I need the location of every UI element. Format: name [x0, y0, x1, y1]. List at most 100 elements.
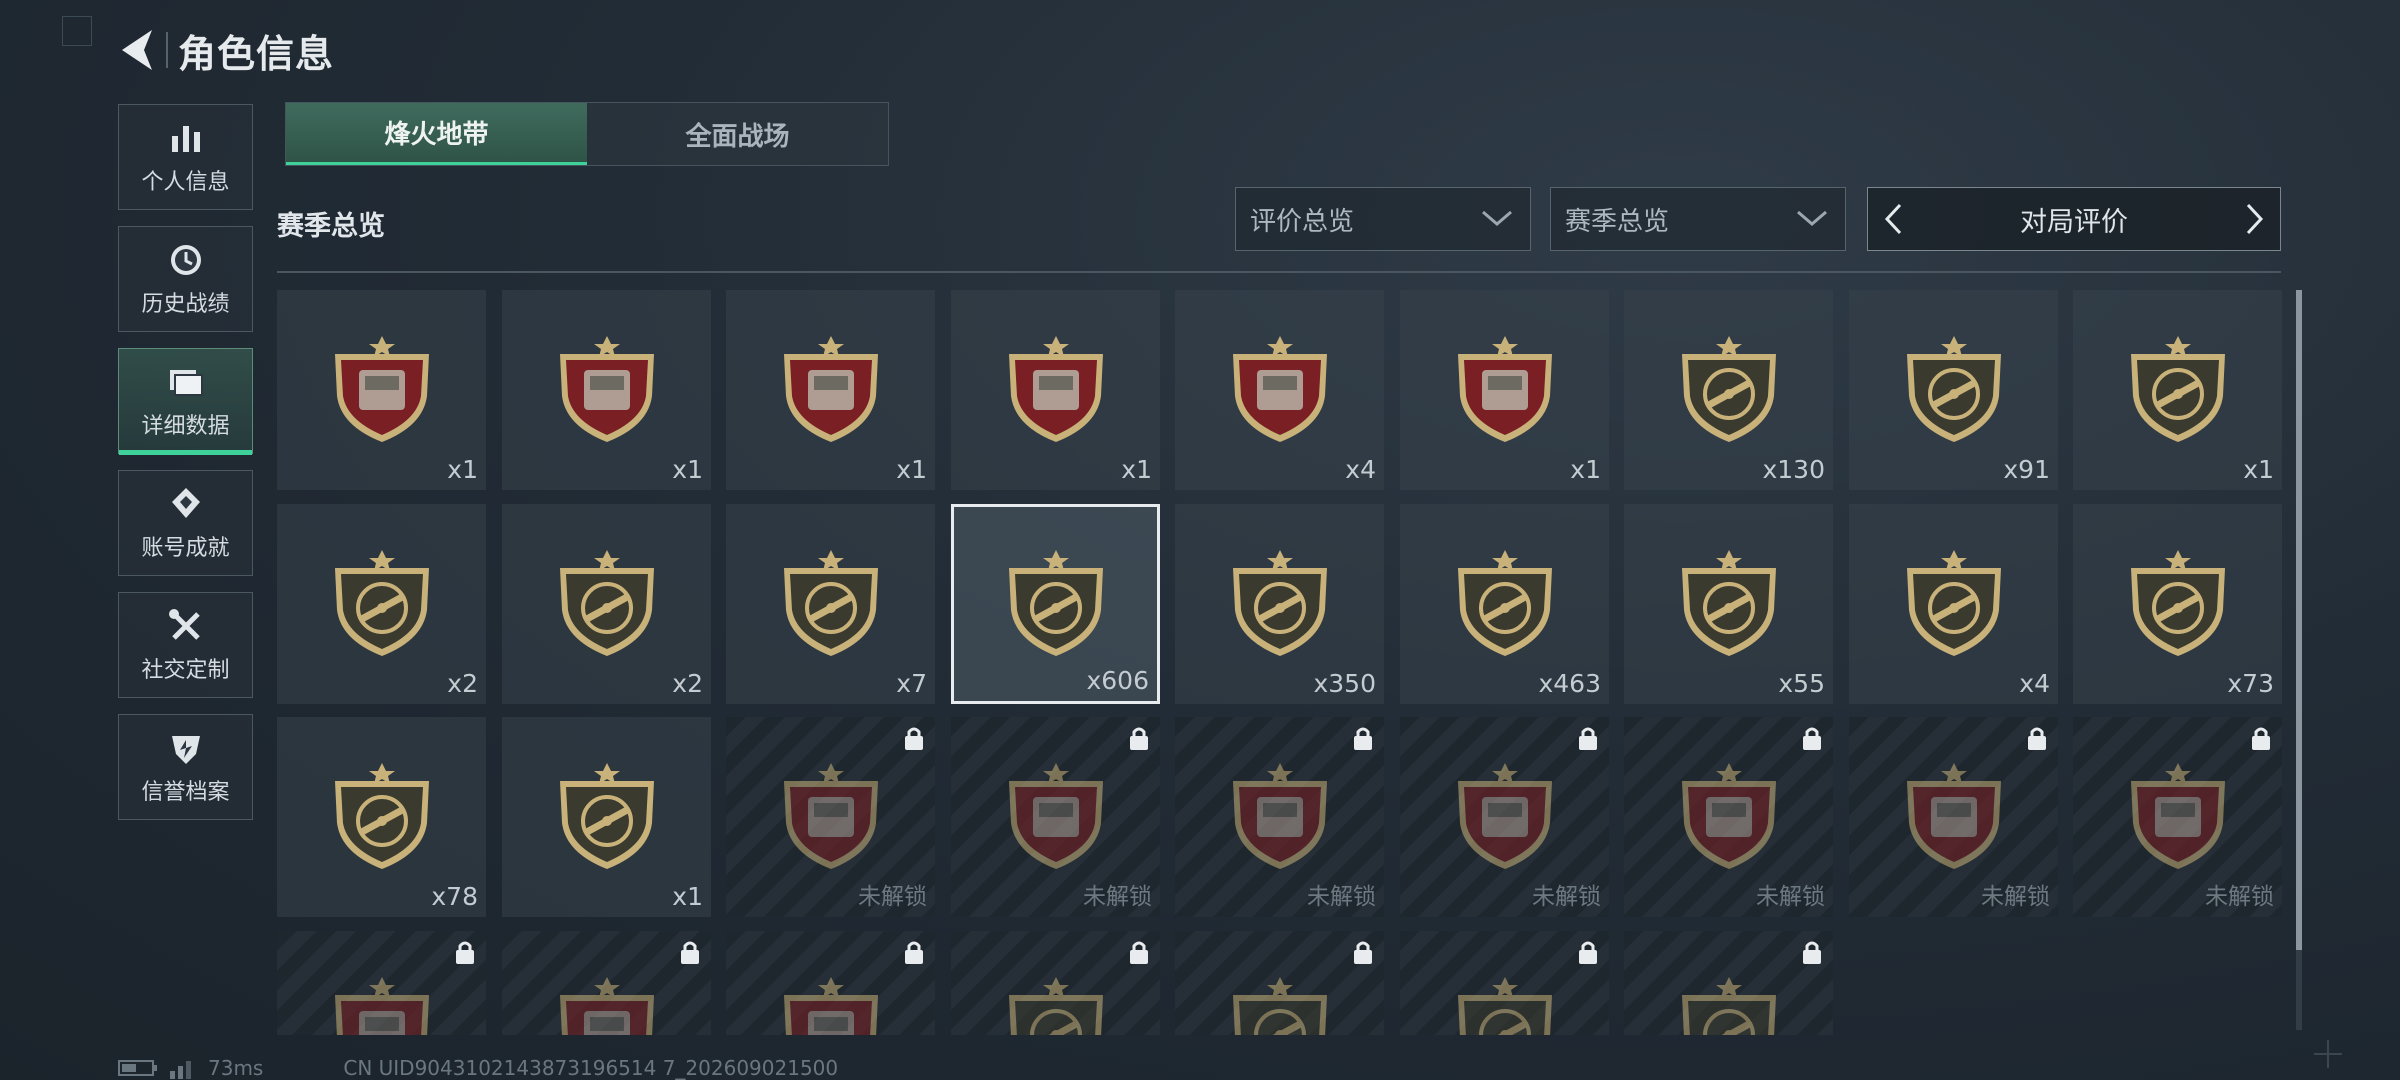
- clock-icon: [170, 245, 201, 275]
- sidebar-item-label: 信誉档案: [141, 780, 230, 805]
- badge-count: x78: [431, 882, 478, 911]
- tank-badge-icon: [334, 336, 429, 442]
- badge-card[interactable]: 未解锁: [1175, 931, 1384, 1035]
- badge-card[interactable]: x1: [1400, 290, 1609, 490]
- rifle-badge-icon: [1906, 336, 2001, 442]
- crystal-badge-icon: [783, 977, 878, 1035]
- badge-card[interactable]: 未解锁: [1849, 717, 2058, 917]
- badge-count: x4: [2019, 669, 2050, 698]
- badge-count: x55: [1778, 669, 1825, 698]
- section-title: 赛季总览: [277, 211, 385, 242]
- season-filter-dropdown[interactable]: 赛季总览: [1550, 187, 1846, 251]
- scrollbar-thumb[interactable]: [2296, 290, 2302, 950]
- locked-label: 未解锁: [1532, 884, 1601, 910]
- status-bar: 73ms CN UID9043102143873196514 7_2026090…: [118, 1056, 838, 1080]
- badge-count: x7: [896, 669, 927, 698]
- badge-card[interactable]: x1: [502, 717, 711, 917]
- badge-card[interactable]: x1: [951, 290, 1160, 490]
- badge-card[interactable]: x55: [1624, 504, 1833, 704]
- badge-card[interactable]: x73: [2073, 504, 2282, 704]
- sidebar-item-label: 详细数据: [141, 414, 230, 439]
- operator-beret-badge-icon: [1906, 550, 2001, 656]
- badge-card[interactable]: 未解锁: [2073, 717, 2282, 917]
- tab-full-battlefield[interactable]: 全面战场: [587, 103, 888, 165]
- signal-icon: [170, 1061, 191, 1079]
- page-title: 角色信息: [178, 31, 335, 76]
- badge-count: x1: [672, 882, 703, 911]
- badge-count: x1: [896, 455, 927, 484]
- sidebar-item-match-history[interactable]: 历史战绩: [118, 226, 253, 332]
- chevron-down-icon: [1797, 210, 1827, 226]
- badge-count: x606: [1086, 666, 1149, 695]
- badge-card[interactable]: 未解锁: [502, 931, 711, 1035]
- badge-count: x1: [1121, 455, 1152, 484]
- vehicle-badge-icon: [334, 977, 429, 1035]
- badge-card[interactable]: 未解锁: [1624, 717, 1833, 917]
- chevron-left-icon[interactable]: [1882, 202, 1904, 236]
- uid-text: CN UID9043102143873196514 7_202609021500: [343, 1056, 839, 1080]
- chevron-right-icon[interactable]: [2244, 202, 2266, 236]
- smg-badge-icon: [334, 550, 429, 656]
- badge-card[interactable]: x130: [1624, 290, 1833, 490]
- lock-icon: [1354, 941, 1372, 964]
- back-arrow-icon[interactable]: [116, 26, 160, 74]
- circuit-board-badge-icon: [1232, 336, 1327, 442]
- lock-icon: [681, 941, 699, 964]
- lock-icon: [1130, 727, 1148, 750]
- plus-icon: [2314, 1040, 2342, 1068]
- rating-filter-dropdown[interactable]: 评价总览: [1235, 187, 1531, 251]
- corner-frame: [62, 16, 92, 46]
- badge-card[interactable]: 未解锁: [1400, 931, 1609, 1035]
- badge-card[interactable]: x4: [1849, 504, 2058, 704]
- sidebar-item-achievements[interactable]: 账号成就: [118, 470, 253, 576]
- badge-card[interactable]: 未解锁: [951, 931, 1160, 1035]
- badge-count: x73: [2227, 669, 2274, 698]
- sidebar-item-label: 个人信息: [141, 170, 230, 195]
- sidebar: 个人信息 历史战绩 详细数据 账号成就 社交定制 信誉档案: [118, 104, 255, 836]
- lock-icon: [456, 941, 474, 964]
- lock-icon: [905, 727, 923, 750]
- badge-card[interactable]: x1: [2073, 290, 2282, 490]
- sidebar-item-personal-info[interactable]: 个人信息: [118, 104, 253, 210]
- assault-rifle-badge-icon: [1681, 336, 1776, 442]
- terminal-badge-icon: [1232, 763, 1327, 869]
- target-skull-badge-icon: [1457, 977, 1552, 1035]
- badge-card[interactable]: 未解锁: [1400, 717, 1609, 917]
- badge-card[interactable]: x4: [1175, 290, 1384, 490]
- badge-card[interactable]: 未解锁: [1175, 717, 1384, 917]
- badge-card[interactable]: x2: [277, 504, 486, 704]
- operator-portrait-badge-icon: [334, 763, 429, 869]
- badge-card[interactable]: 未解锁: [726, 931, 935, 1035]
- bar-chart-icon: [171, 126, 200, 152]
- lock-icon: [1579, 727, 1597, 750]
- badge-count: x2: [447, 669, 478, 698]
- badge-card[interactable]: x1: [277, 290, 486, 490]
- medal-icon: [171, 488, 200, 518]
- badge-card[interactable]: x7: [726, 504, 935, 704]
- badge-card[interactable]: x463: [1400, 504, 1609, 704]
- lock-icon: [1803, 941, 1821, 964]
- badge-card[interactable]: x606: [951, 504, 1160, 704]
- badge-card[interactable]: 未解锁: [277, 931, 486, 1035]
- badge-card[interactable]: 未解锁: [951, 717, 1160, 917]
- evaluation-pager: 对局评价: [1867, 187, 2281, 251]
- badge-card[interactable]: x2: [502, 504, 711, 704]
- chessboard-badge-icon: [2130, 763, 2225, 869]
- sidebar-item-credit-record[interactable]: 信誉档案: [118, 714, 253, 820]
- badge-card[interactable]: 未解锁: [1624, 931, 1833, 1035]
- sidebar-item-detailed-data[interactable]: 详细数据: [118, 348, 253, 455]
- badge-card[interactable]: x1: [502, 290, 711, 490]
- locked-label: 未解锁: [1083, 884, 1152, 910]
- badge-card[interactable]: 未解锁: [726, 717, 935, 917]
- tab-warzone[interactable]: 烽火地带: [286, 103, 587, 165]
- badge-card[interactable]: x1: [726, 290, 935, 490]
- badge-card[interactable]: x350: [1175, 504, 1384, 704]
- badge-grid: x1 x1 x1 x1 x4 x1 x130 x91 x1 x2 x2 x7 x606 x350 x463 x…: [277, 290, 2282, 1035]
- badge-count: x4: [1345, 455, 1376, 484]
- scrollbar[interactable]: [2296, 290, 2302, 1030]
- badge-card[interactable]: x91: [1849, 290, 2058, 490]
- lock-icon: [1579, 941, 1597, 964]
- badge-card[interactable]: x78: [277, 717, 486, 917]
- sidebar-item-social-custom[interactable]: 社交定制: [118, 592, 253, 698]
- lock-icon: [1354, 727, 1372, 750]
